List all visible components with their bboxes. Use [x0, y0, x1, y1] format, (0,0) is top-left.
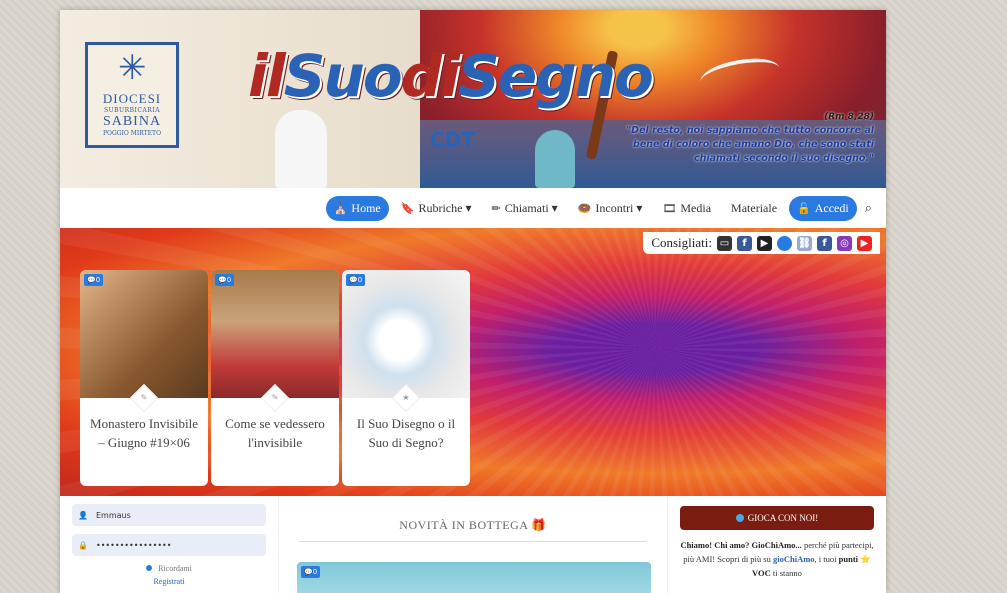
monitor-icon[interactable]: ▭: [717, 235, 732, 251]
diocesi-line2: SUBURBICARIA: [103, 107, 161, 114]
nav-materiale[interactable]: Materiale: [723, 196, 785, 221]
quote-text: "Del resto, noi sappiamo che tutto conco…: [626, 125, 874, 164]
username-field[interactable]: 👤 Emmaus: [72, 504, 266, 526]
logo-part4: Segno: [458, 42, 654, 110]
remember-label: Ricordami: [158, 564, 192, 573]
instagram-icon[interactable]: ◎: [837, 235, 852, 251]
site-logo[interactable]: ilSuodiSegno: [248, 42, 654, 110]
post-card[interactable]: 💬0 ✎ Come se vedessero l'invisibile: [211, 270, 339, 486]
comment-count-badge: 💬0: [215, 274, 235, 286]
gioca-button[interactable]: GIOCA CON NOI!: [680, 506, 874, 530]
content-area: 👤 Emmaus 🔒 •••••••••••••••• Ricordami Regi…: [60, 496, 886, 593]
novita-post-image[interactable]: 💬0: [297, 562, 651, 593]
gioca-text-3: ⭐: [858, 554, 871, 564]
gioca-text-4: ti stanno: [770, 568, 802, 578]
checkbox-icon: [146, 565, 153, 571]
consigliati-bar: Consigliati: ▭ f ▶ ⛓ f ◎ ▶: [643, 232, 880, 254]
post-image-rosary: 💬0 ✎: [80, 270, 208, 413]
novita-section: NOVITÀ IN BOTTEGA 🎁 💬0: [278, 496, 668, 593]
password-value: ••••••••••••••••: [95, 540, 172, 550]
main-navigation: ⛪ Home 🔖 Rubriche ▾ ✏ Chiamati ▾ 🍩 Incontri …: [60, 188, 886, 228]
nav-accedi[interactable]: 🔓 Accedi: [789, 195, 857, 221]
diocesi-logo[interactable]: ✳ DIOCESI SUBURBICARIA SABINA POGGIO MIR…: [85, 42, 179, 148]
search-icon[interactable]: ⌕: [861, 201, 876, 216]
comment-count-badge: 💬0: [301, 566, 321, 578]
header-quote: (Rm 8,28) "Del resto, noi sappiamo che t…: [614, 110, 874, 166]
post-image-church: 💬0 ✎: [211, 270, 339, 413]
gioca-widget: GIOCA CON NOI! Chiamo! Chi amo? GioChiAm…: [680, 506, 874, 580]
film-icon: 🎞: [662, 202, 677, 215]
nav-materiale-label: Materiale: [731, 200, 778, 215]
user-icon: 👤: [78, 510, 88, 520]
gioca-punti: punti: [838, 554, 859, 564]
facebook-icon[interactable]: f: [737, 235, 752, 251]
gioca-voc: VOC: [752, 568, 771, 578]
nav-media[interactable]: 🎞 Media: [654, 196, 719, 221]
nav-home[interactable]: ⛪ Home: [325, 195, 389, 221]
giochiamo-link[interactable]: gioChiAmo: [773, 554, 815, 564]
circle-icon[interactable]: [777, 235, 792, 251]
remember-me-checkbox[interactable]: Ricordami: [72, 564, 266, 573]
gioca-description: Chiamo! Chi amo? GioChiAmo... perché più…: [680, 538, 874, 580]
nav-chiamati-label: Chiamati ▾: [504, 200, 558, 215]
diocesi-line4: POGGIO MIRTETO: [103, 130, 161, 137]
donut-icon: 🍩: [577, 202, 592, 215]
youtube-icon[interactable]: ▶: [757, 235, 772, 251]
quote-reference: (Rm 8,28): [824, 112, 874, 122]
nav-chiamati[interactable]: ✏ Chiamati ▾: [483, 196, 565, 221]
unlock-icon: 🔓: [797, 202, 811, 215]
link-icon[interactable]: ⛓: [797, 235, 812, 251]
consigliati-label: Consigliati:: [651, 235, 712, 250]
nav-rubriche-label: Rubriche ▾: [418, 200, 472, 215]
divider: [299, 541, 647, 542]
username-value: Emmaus: [95, 510, 131, 520]
header-banner: ✳ DIOCESI SUBURBICARIA SABINA POGGIO MIR…: [60, 10, 886, 188]
nav-home-label: Home: [351, 200, 381, 215]
child-figure-2: [535, 130, 575, 188]
nav-incontri[interactable]: 🍩 Incontri ▾: [570, 196, 651, 221]
logo-part1: il: [248, 42, 286, 110]
nav-media-label: Media: [680, 200, 712, 215]
youtube-icon[interactable]: ▶: [857, 235, 872, 251]
nav-rubriche[interactable]: 🔖 Rubriche ▾: [393, 196, 480, 221]
gioca-bold: Chiamo! Chi amo? GioChiAmo...: [680, 540, 802, 550]
nav-accedi-label: Accedi: [814, 200, 849, 215]
login-form: 👤 Emmaus 🔒 •••••••••••••••• Ricordami Regi…: [72, 504, 266, 586]
diocesi-line3: SABINA: [102, 114, 162, 129]
lock-icon: 🔒: [78, 540, 88, 550]
church-icon: ⛪: [333, 202, 348, 215]
post-image-cdt-logo: 💬0 ★: [342, 270, 470, 413]
hero-section: Consigliati: ▭ f ▶ ⛓ f ◎ ▶ 💬0 ✎ Monaster…: [60, 228, 886, 496]
register-link[interactable]: Registrati: [72, 577, 266, 586]
post-card[interactable]: 💬0 ★ Il Suo Disegno o il Suo di Segno?: [342, 270, 470, 486]
facebook-icon[interactable]: f: [817, 235, 832, 251]
pencil-icon: ✏: [491, 202, 501, 215]
star-icon: ✳: [118, 48, 147, 88]
webpage: ✳ DIOCESI SUBURBICARIA SABINA POGGIO MIR…: [60, 10, 886, 593]
password-field[interactable]: 🔒 ••••••••••••••••: [72, 534, 266, 556]
comment-count-badge: 💬0: [346, 274, 366, 286]
gioca-label: GIOCA CON NOI!: [747, 513, 819, 523]
bookmark-icon: 🔖: [400, 202, 415, 215]
circle-icon: [735, 514, 744, 522]
nav-incontri-label: Incontri ▾: [595, 200, 643, 215]
diocesi-line1: DIOCESI: [102, 91, 162, 106]
cdt-logo: CDT: [430, 128, 475, 152]
logo-part3: di: [400, 42, 460, 110]
comment-count-badge: 💬0: [84, 274, 104, 286]
novita-heading: NOVITÀ IN BOTTEGA 🎁: [399, 518, 547, 532]
gioca-text-2: , i tuoi: [814, 554, 839, 564]
logo-part2: Suo: [283, 42, 403, 110]
child-figure: [275, 110, 327, 188]
post-card[interactable]: 💬0 ✎ Monastero Invisibile – Giugno #19×0…: [80, 270, 208, 486]
